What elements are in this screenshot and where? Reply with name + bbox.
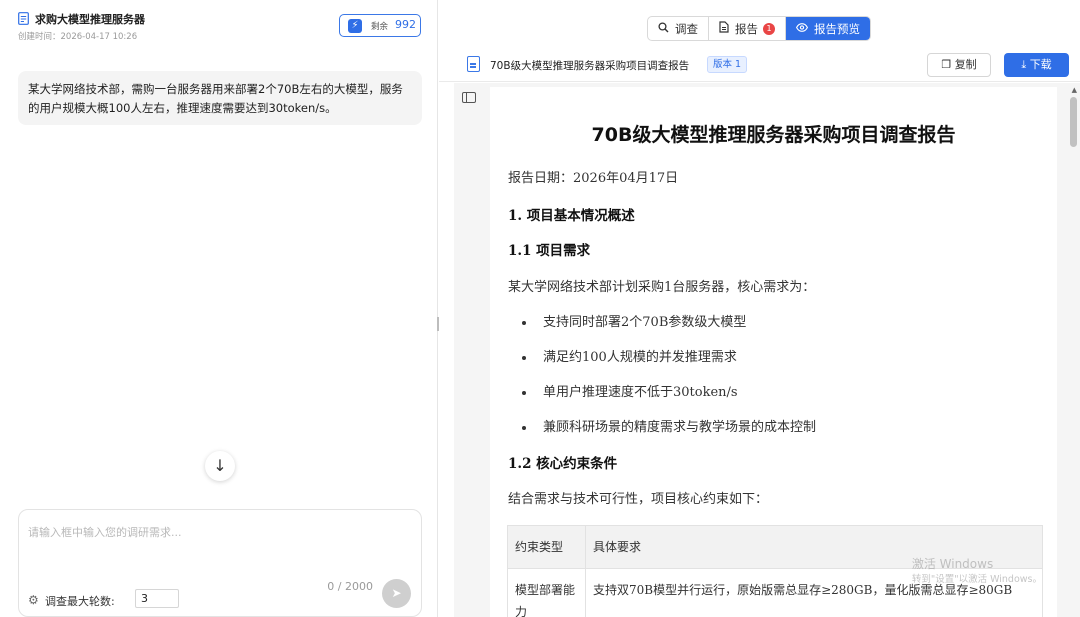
table-header-cell: 约束类型 (507, 525, 586, 569)
gear-icon: ⚙ (28, 593, 39, 607)
app-window: 求购大模型推理服务器 创建时间：2026-04-17 10:26 ⚡ 剩余 99… (0, 0, 1080, 617)
char-count: 0 / 2000 (327, 580, 373, 593)
report-page: 70B级大模型推理服务器采购项目调查报告 报告日期：2026年04月17日 1.… (490, 87, 1057, 617)
tab-survey[interactable]: 调查 (648, 17, 709, 40)
watermark-line-2: 转到"设置"以激活 Windows。 (911, 574, 1042, 585)
section-heading-1-1: 1.1 项目需求 (508, 243, 591, 259)
download-button[interactable]: ⤓ 下载 (1004, 53, 1069, 77)
list-item: 单用户推理速度不低于30token/s (522, 381, 738, 400)
created-time: 创建时间：2026-04-17 10:26 (18, 32, 138, 42)
report-panel: 调查 报告 1 报告预览 70B级大模型推理服务器采购项目调查报告 版本 1 ❐… (439, 0, 1080, 617)
max-rounds-label: 调查最大轮数: (45, 595, 115, 608)
section-paragraph-2: 结合需求与技术可行性，项目核心约束如下： (508, 492, 769, 507)
scroll-down-button[interactable]: ↓ (205, 451, 235, 481)
quota-button[interactable]: ⚡ 剩余 992 (339, 14, 421, 37)
tab-report-preview-label: 报告预览 (814, 21, 860, 36)
user-message: 某大学网络技术部，需购一台服务器用来部署2个70B左右的大模型，服务的用户规模大… (18, 71, 422, 125)
table-cell: 模型部署能力 (507, 568, 586, 617)
report-badge: 1 (763, 22, 775, 35)
view-tabs: 调查 报告 1 报告预览 (647, 16, 871, 41)
send-icon: ➤ (391, 586, 402, 600)
quota-label: 剩余 (371, 22, 389, 32)
document-viewer: 70B级大模型推理服务器采购项目调查报告 报告日期：2026年04月17日 1.… (454, 83, 1080, 617)
scroll-up-arrow-icon[interactable]: ▲ (1072, 86, 1077, 94)
eye-icon (795, 22, 809, 35)
search-icon (658, 21, 669, 36)
file-icon (719, 21, 729, 36)
copy-label: 复制 (954, 58, 977, 71)
sidebar-toggle-icon[interactable] (462, 92, 476, 103)
quota-value: 992 (395, 18, 416, 31)
chat-panel: 求购大模型推理服务器 创建时间：2026-04-17 10:26 ⚡ 剩余 99… (0, 0, 438, 617)
list-item: 支持同时部署2个70B参数级大模型 (522, 311, 746, 330)
list-item: 兼顾科研场景的精度需求与教学场景的成本控制 (522, 416, 816, 435)
chat-title: 求购大模型推理服务器 (35, 13, 145, 26)
document-file-icon (467, 56, 480, 72)
tab-report[interactable]: 报告 1 (709, 17, 786, 40)
document-name: 70B级大模型推理服务器采购项目调查报告 (490, 60, 690, 72)
copy-icon: ❐ (941, 58, 952, 71)
section-paragraph-1: 某大学网络技术部计划采购1台服务器，核心需求为： (508, 280, 816, 295)
download-icon: ⤓ (1021, 58, 1027, 71)
arrow-down-icon: ↓ (213, 456, 227, 475)
copy-button[interactable]: ❐ 复制 (927, 53, 991, 77)
chat-header: 求购大模型推理服务器 创建时间：2026-04-17 10:26 ⚡ 剩余 99… (18, 10, 421, 44)
max-rounds-input[interactable]: 3 (135, 589, 179, 608)
version-badge: 版本 1 (707, 56, 748, 73)
report-title: 70B级大模型推理服务器采购项目调查报告 (591, 124, 956, 146)
document-icon (18, 12, 29, 25)
section-heading-1-2: 1.2 核心约束条件 (508, 456, 618, 472)
watermark-line-1: 激活 Windows (911, 557, 994, 571)
section-heading-1: 1. 项目基本情况概述 (508, 208, 635, 224)
download-label: 下载 (1029, 58, 1052, 71)
lightning-icon: ⚡ (348, 19, 362, 33)
chat-input-box[interactable]: 请输入框中输入您的调研需求... 0 / 2000 ➤ ⚙ 调查最大轮数: 3 (18, 509, 422, 617)
chat-input-placeholder[interactable]: 请输入框中输入您的调研需求... (28, 524, 182, 540)
list-item: 满足约100人规模的并发推理需求 (522, 346, 737, 365)
send-button[interactable]: ➤ (382, 579, 411, 608)
report-date: 报告日期：2026年04月17日 (508, 171, 679, 186)
windows-activation-watermark: 激活 Windows 转到"设置"以激活 Windows。 (912, 556, 1042, 588)
vertical-scrollbar[interactable] (1070, 97, 1077, 147)
document-toolbar: 70B级大模型推理服务器采购项目调查报告 版本 1 ❐ 复制 ⤓ 下载 (439, 48, 1080, 82)
tab-survey-label: 调查 (675, 21, 698, 36)
tab-report-label: 报告 (735, 21, 758, 36)
tab-report-preview[interactable]: 报告预览 (786, 17, 870, 40)
